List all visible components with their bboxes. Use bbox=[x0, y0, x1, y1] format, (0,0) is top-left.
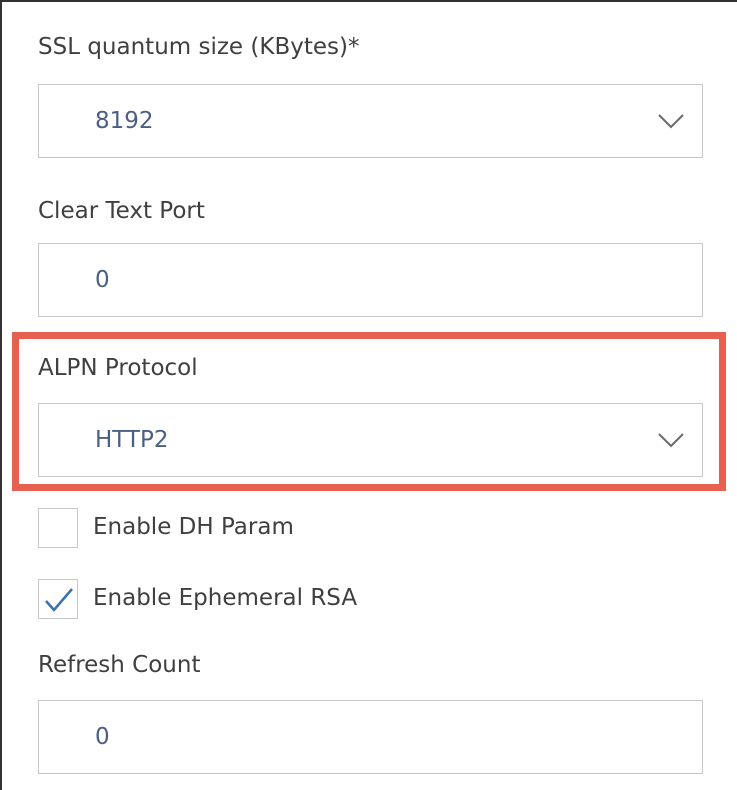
refresh-count-value: 0 bbox=[95, 724, 110, 750]
refresh-count-label: Refresh Count bbox=[38, 652, 201, 678]
clear-text-port-value: 0 bbox=[95, 267, 110, 293]
ssl-quantum-size-label: SSL quantum size (KBytes)* bbox=[38, 34, 360, 60]
alpn-protocol-select[interactable]: HTTP2 bbox=[38, 403, 703, 477]
alpn-protocol-label: ALPN Protocol bbox=[38, 355, 198, 381]
enable-dh-param-checkbox[interactable] bbox=[38, 508, 78, 548]
checkmark-icon bbox=[45, 588, 73, 612]
panel-left-border bbox=[0, 0, 2, 790]
clear-text-port-input[interactable]: 0 bbox=[38, 243, 703, 317]
chevron-down-icon bbox=[658, 113, 684, 129]
enable-dh-param-label: Enable DH Param bbox=[93, 514, 294, 540]
chevron-down-icon bbox=[658, 432, 684, 448]
refresh-count-input[interactable]: 0 bbox=[38, 700, 703, 774]
alpn-protocol-value: HTTP2 bbox=[95, 427, 169, 453]
panel-top-border bbox=[0, 0, 737, 2]
ssl-quantum-size-value: 8192 bbox=[95, 108, 154, 134]
ssl-quantum-size-select[interactable]: 8192 bbox=[38, 84, 703, 158]
clear-text-port-label: Clear Text Port bbox=[38, 198, 205, 224]
enable-ephemeral-rsa-label: Enable Ephemeral RSA bbox=[93, 585, 358, 611]
enable-ephemeral-rsa-checkbox[interactable] bbox=[38, 579, 78, 619]
